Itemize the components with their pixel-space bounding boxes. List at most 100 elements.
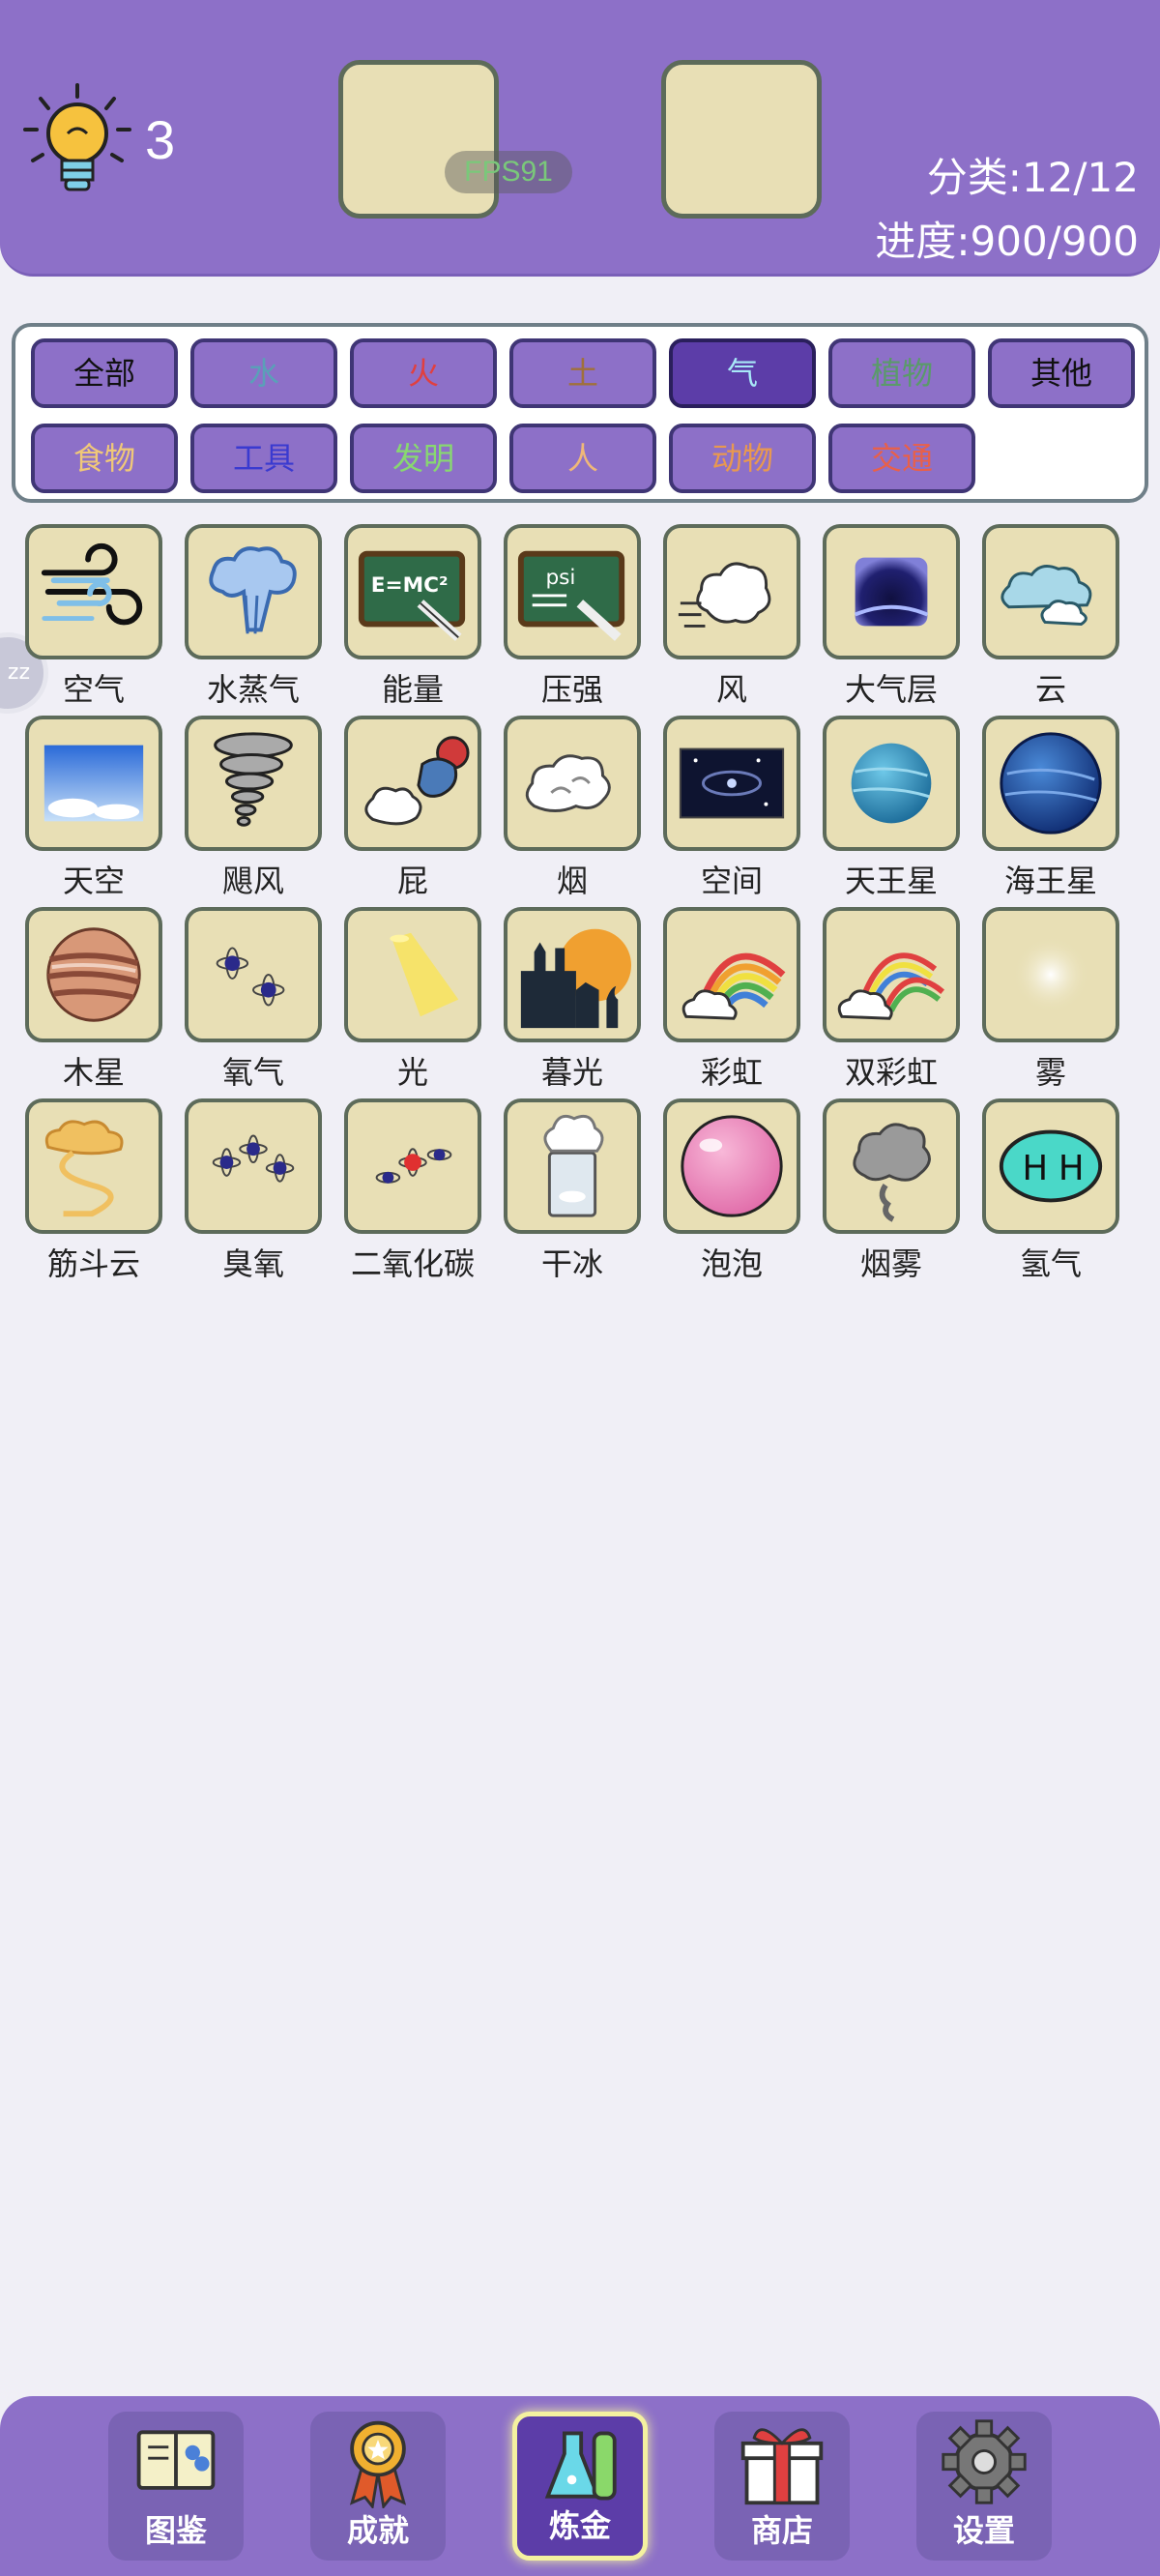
element-tile[interactable] <box>823 1098 960 1234</box>
ozone-atoms-icon <box>212 1134 295 1183</box>
hydrogen-icon: HH <box>999 1129 1103 1203</box>
lightbulb-icon <box>23 83 131 191</box>
element-cell[interactable]: 海王星 <box>982 716 1127 907</box>
element-tile[interactable] <box>663 907 800 1042</box>
element-label: 光 <box>396 1054 428 1091</box>
element-tile[interactable] <box>982 716 1119 851</box>
sky-icon <box>44 745 144 822</box>
element-tile[interactable] <box>25 716 162 851</box>
tornado-icon <box>214 732 293 827</box>
combine-slot-left[interactable] <box>338 60 499 219</box>
neptune-icon <box>1000 732 1102 834</box>
element-tile[interactable] <box>982 524 1119 659</box>
filter-tab-3[interactable]: 土 <box>509 338 656 408</box>
element-tile[interactable] <box>185 524 322 659</box>
filter-tab-5[interactable]: 植物 <box>828 338 975 408</box>
book-icon <box>136 2430 216 2490</box>
element-label: 烟雾 <box>859 1245 922 1282</box>
element-cell[interactable]: 臭氧 <box>185 1098 330 1290</box>
element-cell[interactable]: E=MC² 能量 <box>344 524 489 716</box>
element-cell[interactable]: psi 压强 <box>504 524 649 716</box>
element-tile[interactable] <box>185 716 322 851</box>
element-cell[interactable]: 大气层 <box>823 524 968 716</box>
nav-label: 图鉴 <box>144 2512 207 2549</box>
filter-tab-4[interactable]: 气 <box>669 338 816 408</box>
nav-item-gear[interactable]: 设置 <box>916 2412 1052 2561</box>
element-cell[interactable]: 暮光 <box>504 907 649 1098</box>
element-label: 风 <box>715 671 747 708</box>
element-cell[interactable]: 空气 <box>25 524 170 716</box>
element-cell[interactable]: 木星 <box>25 907 170 1098</box>
nav-item-gift[interactable]: 商店 <box>714 2412 850 2561</box>
element-tile[interactable] <box>663 1098 800 1234</box>
filter-tab-8[interactable]: 工具 <box>190 424 337 493</box>
element-tile[interactable] <box>504 907 641 1042</box>
nav-item-flask[interactable]: 炼金 <box>512 2412 648 2561</box>
filter-tab-10[interactable]: 人 <box>509 424 656 493</box>
element-cell[interactable]: 空间 <box>663 716 808 907</box>
element-tile[interactable] <box>823 524 960 659</box>
element-cell[interactable]: 风 <box>663 524 808 716</box>
element-tile[interactable] <box>25 907 162 1042</box>
element-cell[interactable]: 飓风 <box>185 716 330 907</box>
element-cell[interactable]: 屁 <box>344 716 489 907</box>
filter-tab-9[interactable]: 发明 <box>350 424 497 493</box>
element-cell[interactable]: 光 <box>344 907 489 1098</box>
jupiter-icon <box>46 927 141 1022</box>
element-tile[interactable] <box>504 1098 641 1234</box>
element-tile[interactable] <box>25 1098 162 1234</box>
element-tile[interactable] <box>185 1098 322 1234</box>
svg-text:psi: psi <box>545 566 575 590</box>
element-tile[interactable]: psi <box>504 524 641 659</box>
light-beam-icon <box>390 932 459 1017</box>
element-tile[interactable] <box>504 716 641 851</box>
element-tile[interactable] <box>344 907 481 1042</box>
element-cell[interactable]: 泡泡 <box>663 1098 808 1290</box>
element-cell[interactable]: 二氧化碳 <box>344 1098 489 1290</box>
element-tile[interactable] <box>344 1098 481 1234</box>
element-cell[interactable]: 云 <box>982 524 1127 716</box>
element-label: 氢气 <box>1019 1245 1082 1282</box>
filter-tab-11[interactable]: 动物 <box>669 424 816 493</box>
element-cell[interactable]: 烟雾 <box>823 1098 968 1290</box>
bubble-icon <box>681 1115 783 1217</box>
element-cell[interactable]: H H 氢气 <box>982 1098 1127 1290</box>
svg-text:E=MC²: E=MC² <box>371 573 449 598</box>
filter-tab-2[interactable]: 火 <box>350 338 497 408</box>
svg-text:H: H <box>1058 1149 1085 1188</box>
element-cell[interactable]: 彩虹 <box>663 907 808 1098</box>
element-cell[interactable]: 水蒸气 <box>185 524 330 716</box>
filter-tab-6[interactable]: 其他 <box>988 338 1135 408</box>
element-tile[interactable] <box>25 524 162 659</box>
filter-tab-12[interactable]: 交通 <box>828 424 975 493</box>
smoke-icon <box>525 754 611 813</box>
wind-swirl-icon <box>41 542 143 626</box>
combine-slot-right[interactable] <box>661 60 822 219</box>
wind-puff-icon <box>678 562 771 628</box>
element-cell[interactable]: 雾 <box>982 907 1127 1098</box>
nav-item-medal[interactable]: 成就 <box>310 2412 446 2561</box>
element-cell[interactable]: 氧气 <box>185 907 330 1098</box>
filter-tab-7[interactable]: 食物 <box>31 424 178 493</box>
element-tile[interactable] <box>663 524 800 659</box>
element-cell[interactable]: 天王星 <box>823 716 968 907</box>
element-tile[interactable] <box>185 907 322 1042</box>
element-cell[interactable]: 筋斗云 <box>25 1098 170 1290</box>
rainbow-icon <box>682 952 786 1020</box>
element-tile[interactable] <box>823 907 960 1042</box>
emc2-chalkboard-icon: E=MC² <box>358 550 466 641</box>
element-tile[interactable] <box>663 716 800 851</box>
element-cell[interactable]: 天空 <box>25 716 170 907</box>
element-tile[interactable] <box>344 716 481 851</box>
filter-tab-1[interactable]: 水 <box>190 338 337 408</box>
element-tile[interactable]: HH <box>982 1098 1119 1234</box>
element-cell[interactable]: 烟 <box>504 716 649 907</box>
hint-button[interactable] <box>23 83 131 197</box>
filter-tab-0[interactable]: 全部 <box>31 338 178 408</box>
element-tile[interactable] <box>982 907 1119 1042</box>
element-cell[interactable]: 双彩虹 <box>823 907 968 1098</box>
element-cell[interactable]: 干冰 <box>504 1098 649 1290</box>
element-tile[interactable] <box>823 716 960 851</box>
element-tile[interactable]: E=MC² <box>344 524 481 659</box>
nav-item-book[interactable]: 图鉴 <box>108 2412 244 2561</box>
